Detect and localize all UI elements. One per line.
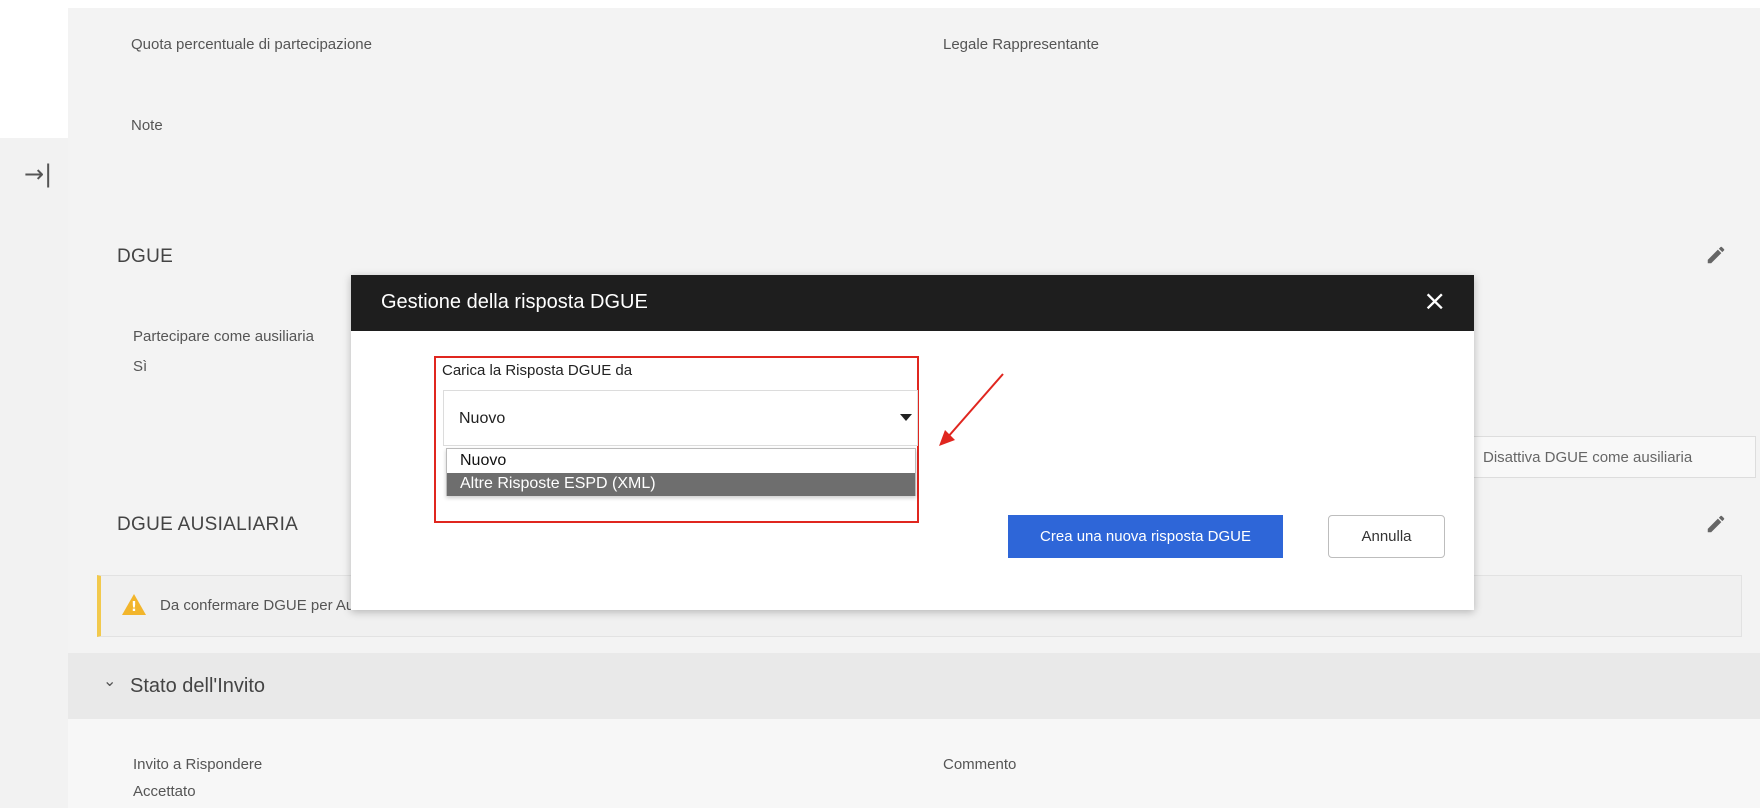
partecipare-value: Sì <box>133 358 148 375</box>
invito-label: Invito a Rispondere <box>133 756 263 773</box>
expand-sidebar-icon[interactable]: →| <box>24 160 52 188</box>
invito-value: Accettato <box>133 783 196 800</box>
create-dgue-button[interactable]: Crea una nuova risposta DGUE <box>1008 515 1283 558</box>
dgue-section-title: DGUE <box>117 246 174 267</box>
quota-label: Quota percentuale di partecipazione <box>131 36 372 53</box>
chevron-down-icon[interactable]: ⌄ <box>103 671 116 690</box>
dropdown-list: Nuovo Altre Risposte ESPD (XML) <box>446 448 916 496</box>
disattiva-dgue-button[interactable]: Disattiva DGUE come ausiliaria <box>1470 436 1756 478</box>
close-icon[interactable]: × <box>1423 287 1446 315</box>
left-rail-bg <box>0 138 68 808</box>
dgue-ausiliaria-title: DGUE AUSIALIARIA <box>117 514 299 535</box>
edit-dgue-pencil-icon[interactable] <box>1705 244 1727 266</box>
stato-section-header[interactable] <box>68 653 1760 719</box>
source-select[interactable]: Nuovo <box>443 390 918 446</box>
cancel-button[interactable]: Annulla <box>1328 515 1445 558</box>
caret-down-icon <box>900 414 912 421</box>
carica-label: Carica la Risposta DGUE da <box>442 362 633 379</box>
commento-label: Commento <box>943 756 1017 773</box>
modal-title: Gestione della risposta DGUE <box>381 291 648 313</box>
edit-dgue-ausiliaria-pencil-icon[interactable] <box>1705 513 1727 535</box>
modal-header: Gestione della risposta DGUE × <box>351 275 1474 331</box>
partecipare-label: Partecipare come ausiliaria <box>133 328 314 345</box>
stato-section-title[interactable]: Stato dell'Invito <box>130 675 265 698</box>
red-arrow-icon <box>939 373 1004 446</box>
top-fields-panel <box>12 8 1760 138</box>
note-label: Note <box>131 117 163 134</box>
legale-label: Legale Rappresentante <box>943 36 1099 53</box>
stato-content <box>68 719 1760 808</box>
warning-exclamation: ! <box>131 600 137 615</box>
select-value: Nuovo <box>459 410 506 427</box>
option-altre-risposte[interactable]: Altre Risposte ESPD (XML) <box>447 473 915 496</box>
option-nuovo[interactable]: Nuovo <box>447 450 915 473</box>
